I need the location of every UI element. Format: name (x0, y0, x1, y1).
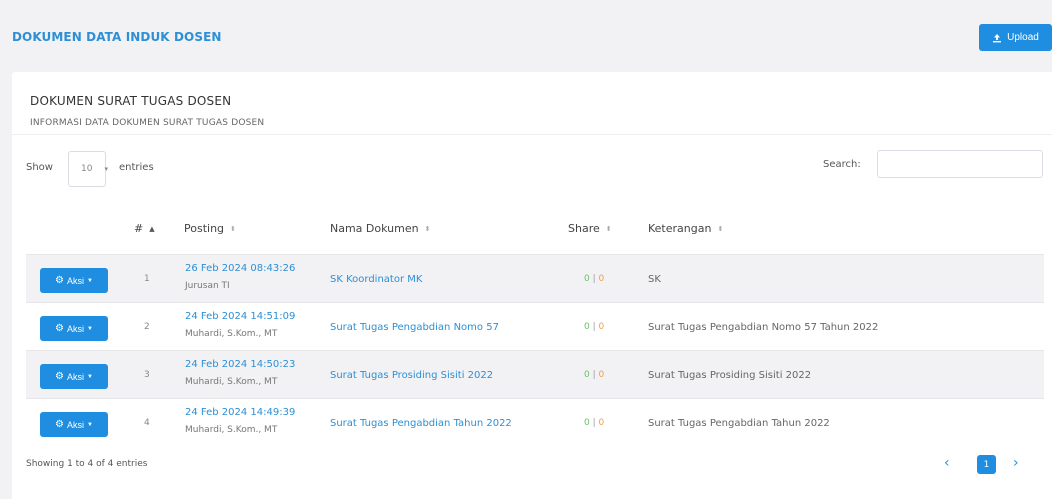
share-count: 0 | 0 (584, 418, 605, 428)
pagination-page-1[interactable]: 1 (977, 455, 996, 474)
gear-icon: ⚙ (55, 371, 64, 382)
share-count: 0 | 0 (584, 370, 605, 380)
entries-select[interactable]: 10 ▾ (68, 151, 108, 187)
entries-value: 10 (81, 164, 93, 174)
posting-date-link[interactable]: 26 Feb 2024 08:43:26 (185, 263, 295, 274)
table-row: ⚙ Aksi ▼ 3 24 Feb 2024 14:50:23 Muhardi,… (26, 350, 1044, 398)
table-row: ⚙ Aksi ▼ 2 24 Feb 2024 14:51:09 Muhardi,… (26, 302, 1044, 350)
posting-date-link[interactable]: 24 Feb 2024 14:50:23 (185, 359, 295, 370)
column-header-keterangan[interactable]: Keterangan ⬍ (648, 222, 723, 235)
entries-label: entries (119, 162, 154, 173)
column-header-nama-dokumen[interactable]: Nama Dokumen ⬍ (330, 222, 430, 235)
sort-icon: ⬍ (717, 224, 724, 233)
sort-icon: ⬍ (230, 224, 236, 233)
upload-icon (993, 33, 1002, 42)
gear-icon: ⚙ (55, 275, 64, 286)
pagination-prev-button[interactable]: ‹ (944, 455, 950, 471)
posting-user: Muhardi, S.Kom., MT (185, 377, 278, 387)
row-number: 1 (144, 274, 150, 284)
row-number: 3 (144, 370, 150, 380)
pagination-info: Showing 1 to 4 of 4 entries (26, 459, 148, 469)
pagination-next-button[interactable]: › (1013, 455, 1019, 471)
column-header-number[interactable]: # ▲ (134, 222, 155, 235)
page-title: DOKUMEN DATA INDUK DOSEN (12, 30, 222, 44)
sort-asc-icon: ▲ (149, 224, 155, 233)
sort-icon: ⬍ (605, 224, 612, 233)
card-divider (12, 134, 1052, 135)
document-name-link[interactable]: Surat Tugas Pengabdian Tahun 2022 (330, 418, 512, 429)
column-header-share[interactable]: Share ⬍ (568, 222, 612, 235)
posting-user: Jurusan TI (185, 281, 230, 291)
gear-icon: ⚙ (55, 419, 64, 430)
sort-icon: ⬍ (424, 224, 431, 233)
upload-label: Upload (1007, 32, 1039, 43)
chevron-down-icon: ▾ (104, 165, 108, 173)
keterangan-text: SK (648, 274, 661, 285)
row-number: 4 (144, 418, 150, 428)
caret-down-icon: ▼ (87, 421, 93, 428)
table-row: ⚙ Aksi ▼ 4 24 Feb 2024 14:49:39 Muhardi,… (26, 398, 1044, 446)
header-bar: DOKUMEN DATA INDUK DOSEN Upload (0, 0, 1052, 72)
posting-user: Muhardi, S.Kom., MT (185, 329, 278, 339)
caret-down-icon: ▼ (87, 373, 93, 380)
document-name-link[interactable]: Surat Tugas Prosiding Sisiti 2022 (330, 370, 493, 381)
posting-date-link[interactable]: 24 Feb 2024 14:51:09 (185, 311, 295, 322)
document-name-link[interactable]: SK Koordinator MK (330, 274, 422, 285)
keterangan-text: Surat Tugas Prosiding Sisiti 2022 (648, 370, 812, 381)
aksi-button[interactable]: ⚙ Aksi ▼ (40, 364, 108, 389)
share-count: 0 | 0 (584, 322, 605, 332)
card-subtitle: INFORMASI DATA DOKUMEN SURAT TUGAS DOSEN (30, 118, 265, 128)
column-header-posting[interactable]: Posting ⬍ (184, 222, 236, 235)
search-label: Search: (823, 159, 861, 170)
aksi-button[interactable]: ⚙ Aksi ▼ (40, 268, 108, 293)
show-label: Show (26, 162, 53, 173)
document-card: DOKUMEN SURAT TUGAS DOSEN INFORMASI DATA… (12, 72, 1052, 499)
posting-date-link[interactable]: 24 Feb 2024 14:49:39 (185, 407, 295, 418)
gear-icon: ⚙ (55, 323, 64, 334)
posting-user: Muhardi, S.Kom., MT (185, 425, 278, 435)
row-number: 2 (144, 322, 150, 332)
table-row: ⚙ Aksi ▼ 1 26 Feb 2024 08:43:26 Jurusan … (26, 254, 1044, 302)
document-name-link[interactable]: Surat Tugas Pengabdian Nomo 57 (330, 322, 499, 333)
keterangan-text: Surat Tugas Pengabdian Nomo 57 Tahun 202… (648, 322, 879, 333)
upload-button[interactable]: Upload (979, 24, 1052, 51)
keterangan-text: Surat Tugas Pengabdian Tahun 2022 (648, 418, 830, 429)
share-count: 0 | 0 (584, 274, 605, 284)
aksi-button[interactable]: ⚙ Aksi ▼ (40, 412, 108, 437)
aksi-button[interactable]: ⚙ Aksi ▼ (40, 316, 108, 341)
search-input[interactable] (877, 150, 1043, 178)
caret-down-icon: ▼ (87, 325, 93, 332)
caret-down-icon: ▼ (87, 277, 93, 284)
card-title: DOKUMEN SURAT TUGAS DOSEN (30, 94, 232, 108)
